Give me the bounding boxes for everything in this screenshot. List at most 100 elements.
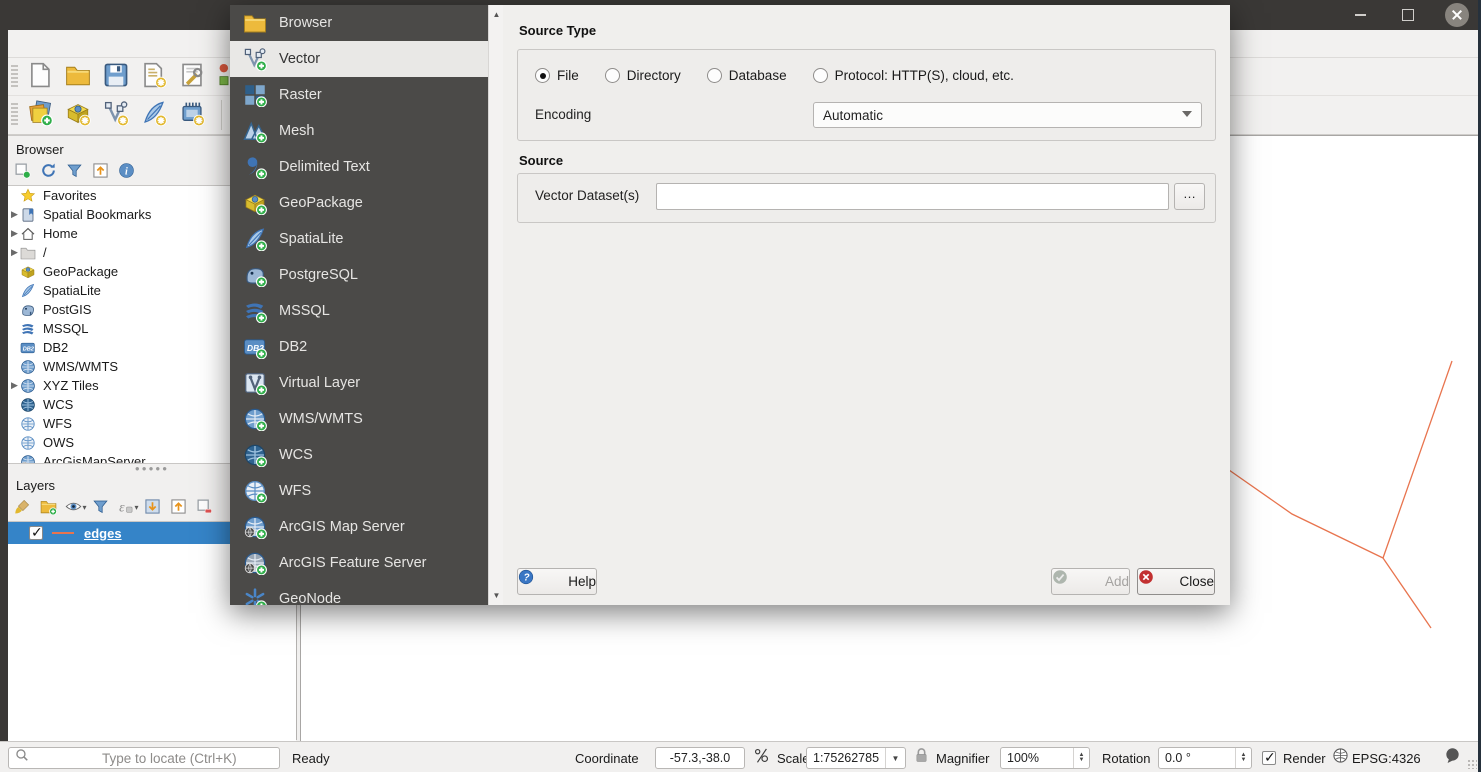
dialog-tab[interactable]: Browser: [230, 5, 488, 41]
dialog-tab[interactable]: WCS: [230, 437, 488, 473]
left-dock-toolbar-strip: [0, 30, 8, 742]
radio-icon[interactable]: [813, 68, 828, 83]
dialog-tab[interactable]: Delimited Text: [230, 149, 488, 185]
data-source-manager-dialog: Browser Vector Raster Mesh Delimited Tex…: [230, 5, 1230, 605]
layer-visibility-checkbox[interactable]: [29, 526, 43, 540]
rotation-spinbox[interactable]: 0.0 ° ▲▼: [1158, 747, 1252, 769]
radio-icon[interactable]: [535, 68, 550, 83]
menu-item[interactable]: [62, 40, 78, 48]
save-project-icon[interactable]: [103, 62, 133, 92]
extents-toggle-icon[interactable]: [753, 747, 770, 764]
menu-item[interactable]: [30, 40, 46, 48]
dialog-tab[interactable]: Raster: [230, 77, 488, 113]
collapse-all-layers-icon[interactable]: [170, 498, 189, 517]
render-toggle[interactable]: Render: [1262, 747, 1326, 769]
scroll-up-icon[interactable]: ▲: [489, 7, 504, 22]
menu-item[interactable]: [14, 40, 30, 48]
coordinate-value[interactable]: -57.3,-38.0: [655, 747, 745, 769]
new-print-layout-icon[interactable]: [141, 62, 171, 92]
vector-dataset-label: Vector Dataset(s): [535, 188, 639, 203]
add-button[interactable]: Add: [1051, 568, 1130, 595]
maximize-button[interactable]: [1397, 4, 1419, 26]
spin-arrows-icon[interactable]: ▲▼: [1235, 748, 1251, 768]
locator-search[interactable]: [8, 747, 280, 769]
source-type-radio[interactable]: Database: [707, 68, 787, 83]
dialog-tab[interactable]: WMS/WMTS: [230, 401, 488, 437]
lock-scale-icon[interactable]: [913, 747, 930, 764]
menu-item[interactable]: [78, 40, 94, 48]
source-type-radio[interactable]: Directory: [605, 68, 681, 83]
dialog-tab[interactable]: GeoNode: [230, 581, 488, 605]
refresh-icon[interactable]: [40, 162, 59, 181]
source-type-radio[interactable]: Protocol: HTTP(S), cloud, etc.: [813, 68, 1014, 83]
svg-text:i: i: [125, 166, 128, 177]
new-geopackage-layer-icon[interactable]: [65, 100, 95, 130]
magnifier-spinbox[interactable]: 100% ▲▼: [1000, 747, 1090, 769]
browse-button[interactable]: …: [1174, 183, 1205, 210]
remove-layer-icon[interactable]: [196, 498, 215, 517]
dialog-tab[interactable]: ArcGIS Map Server: [230, 509, 488, 545]
filter-legend-icon[interactable]: [92, 498, 111, 517]
radio-icon[interactable]: [707, 68, 722, 83]
dialog-tab[interactable]: ArcGIS Feature Server: [230, 545, 488, 581]
expander-icon[interactable]: ▶: [11, 247, 19, 258]
add-group-icon[interactable]: [40, 498, 59, 517]
dialog-tab[interactable]: PostgreSQL: [230, 257, 488, 293]
open-layer-styling-icon[interactable]: [14, 498, 33, 517]
minimize-button[interactable]: [1349, 4, 1371, 26]
dialog-tab[interactable]: WFS: [230, 473, 488, 509]
crs-status[interactable]: EPSG:4326: [1352, 747, 1421, 769]
spin-arrows-icon[interactable]: ▲▼: [1073, 748, 1089, 768]
expander-icon[interactable]: ▶: [11, 380, 19, 391]
encoding-dropdown[interactable]: Automatic: [813, 102, 1202, 128]
chevron-down-icon[interactable]: ▼: [885, 748, 905, 768]
dialog-tab[interactable]: Virtual Layer: [230, 365, 488, 401]
locate-input[interactable]: [102, 751, 279, 766]
source-type-radio[interactable]: File: [535, 68, 579, 83]
scroll-down-icon[interactable]: ▼: [489, 588, 504, 603]
render-checkbox[interactable]: [1262, 751, 1276, 765]
dialog-tab[interactable]: GeoPackage: [230, 185, 488, 221]
dialog-tab[interactable]: DB2 DB2: [230, 329, 488, 365]
messages-icon[interactable]: [1444, 747, 1461, 764]
properties-widget-icon[interactable]: i: [118, 162, 137, 181]
new-mesh-layer-icon[interactable]: [179, 100, 209, 130]
expander-icon[interactable]: ▶: [11, 228, 19, 239]
help-button[interactable]: ?Help: [517, 568, 597, 595]
filter-browser-icon[interactable]: [66, 162, 85, 181]
close-button[interactable]: Close: [1137, 568, 1215, 595]
toolbar-handle[interactable]: [11, 103, 18, 127]
expand-all-icon[interactable]: [144, 498, 163, 517]
new-shapefile-layer-icon[interactable]: [103, 100, 133, 130]
scale-label: Scale: [777, 747, 810, 769]
show-layout-manager-icon[interactable]: [179, 62, 209, 92]
collapse-all-icon[interactable]: [92, 162, 111, 181]
rotation-label: Rotation: [1102, 747, 1150, 769]
new-spatialite-layer-icon[interactable]: [141, 100, 171, 130]
menu-item[interactable]: [46, 40, 62, 48]
dialog-tab[interactable]: SpatiaLite: [230, 221, 488, 257]
dialog-tab[interactable]: MSSQL: [230, 293, 488, 329]
new-project-icon[interactable]: [27, 62, 57, 92]
resize-grip[interactable]: [1467, 759, 1477, 769]
expander-icon[interactable]: ▶: [11, 209, 19, 220]
source-type-groupbox: File Directory Database Protocol: HTTP(S…: [517, 49, 1216, 141]
dialog-tab[interactable]: Vector: [230, 41, 488, 77]
add-selected-layers-icon[interactable]: [14, 162, 33, 181]
dialog-tab-scrollbar[interactable]: ▲ ▼: [488, 5, 503, 605]
radio-icon[interactable]: [605, 68, 620, 83]
open-data-source-manager-icon[interactable]: [27, 100, 57, 130]
scale-combobox[interactable]: 1:75262785 ▼: [806, 747, 906, 769]
svg-text:?: ?: [524, 573, 530, 584]
magnifier-label: Magnifier: [936, 747, 989, 769]
layer-name: edges: [84, 526, 122, 541]
dialog-tab[interactable]: Mesh: [230, 113, 488, 149]
crs-globe-icon[interactable]: [1332, 747, 1349, 764]
toolbar-handle[interactable]: [11, 65, 18, 89]
filter-by-expression-icon[interactable]: ε▾: [118, 498, 137, 517]
vector-dataset-input[interactable]: [656, 183, 1169, 210]
manage-map-themes-icon[interactable]: ▾: [66, 498, 85, 517]
svg-text:ε: ε: [119, 500, 125, 515]
close-window-button[interactable]: [1445, 3, 1469, 27]
open-project-icon[interactable]: [65, 62, 95, 92]
